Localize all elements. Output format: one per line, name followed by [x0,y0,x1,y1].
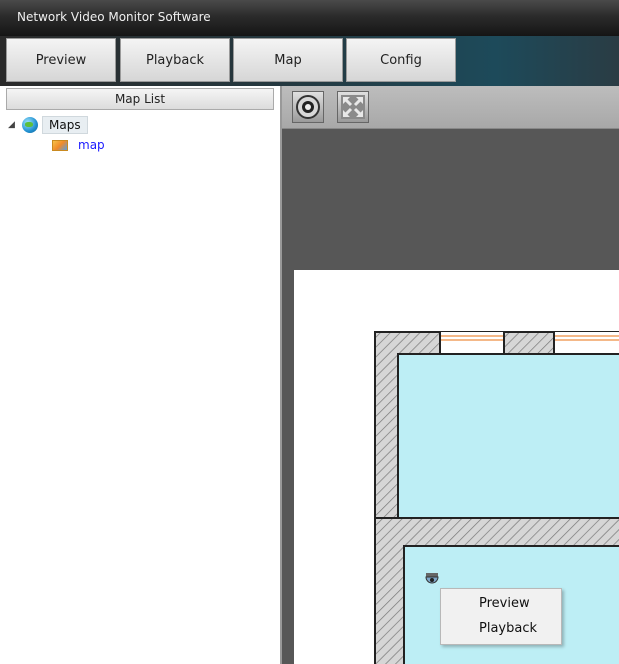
camera-view-button[interactable] [292,91,324,123]
tab-playback[interactable]: Playback [120,38,230,82]
tab-config[interactable]: Config [346,38,456,82]
camera-lens-icon [296,95,320,119]
map-list-panel: Map List ◢ Maps map [0,86,282,664]
fullscreen-button[interactable] [337,91,369,123]
map-toolbar [282,86,619,129]
map-image-icon [52,139,68,151]
menu-item-playback[interactable]: Playback [441,617,561,641]
dome-camera-icon[interactable] [424,571,440,589]
tree-node-map-label: map [78,138,105,152]
tree-node-maps[interactable]: ◢ Maps [8,116,88,134]
main-tab-bar: Preview Playback Map Config [0,36,619,86]
camera-context-menu: Preview Playback [440,588,562,645]
menu-item-preview[interactable]: Preview [441,592,561,616]
fullscreen-icon [341,95,365,119]
tab-map[interactable]: Map [233,38,343,82]
globe-icon [22,117,38,133]
collapse-arrow-icon[interactable]: ◢ [8,120,22,130]
title-bar: Network Video Monitor Software [0,0,619,36]
map-list-header: Map List [6,88,274,110]
app-title: Network Video Monitor Software [17,10,211,24]
tab-preview[interactable]: Preview [6,38,116,82]
tree-node-maps-label: Maps [42,116,88,134]
tree-node-map[interactable]: map [52,137,105,153]
